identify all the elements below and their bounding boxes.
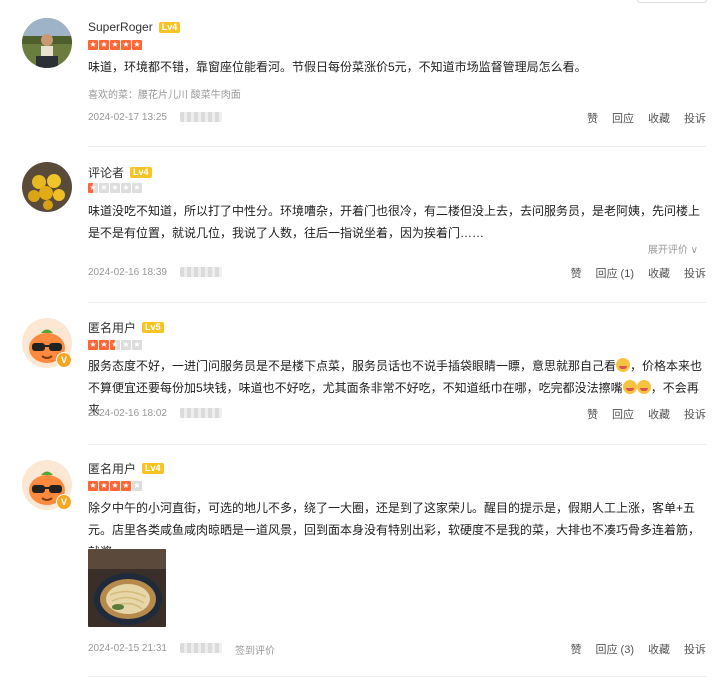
avatar[interactable] (22, 162, 72, 212)
star-icon: ★ (99, 340, 109, 350)
review-date: 2024-02-17 13:25 (88, 112, 167, 123)
star-rating: ★ ★ ★ ★ ★ (88, 183, 142, 193)
checkin-review-tag: 签到评价 (235, 646, 275, 657)
blurred-shop-name (180, 267, 222, 277)
star-icon: ★ (121, 481, 131, 491)
blurred-shop-name (180, 643, 222, 653)
favorite-button[interactable]: 收藏 (648, 641, 670, 657)
star-icon: ★ (110, 183, 120, 193)
top-partial-control (637, 0, 707, 3)
star-rating: ★ ★ ★ ★ ★ (88, 340, 142, 350)
review-actions: 赞 回应 收藏 投诉 (587, 406, 706, 422)
review-text: 味道，环境都不错，靠窗座位能看河。节假日每份菜涨价5元，不知道市场监督管理局怎么… (88, 60, 587, 74)
review-meta: 2024-02-16 18:02 赞 回应 收藏 投诉 (88, 406, 706, 422)
star-icon: ★ (99, 40, 109, 50)
favorite-button[interactable]: 收藏 (648, 406, 670, 422)
avatar[interactable] (22, 18, 72, 68)
star-icon: ★ (132, 340, 142, 350)
divider (88, 302, 706, 303)
report-button[interactable]: 投诉 (684, 641, 706, 657)
star-icon: ★ (110, 340, 120, 350)
reply-button[interactable]: 回应 (612, 406, 634, 422)
star-icon: ★ (121, 40, 131, 50)
like-button[interactable]: 赞 (571, 641, 582, 657)
report-button[interactable]: 投诉 (684, 406, 706, 422)
report-button[interactable]: 投诉 (684, 265, 706, 281)
level-badge: Lv5 (142, 321, 164, 333)
level-badge: Lv4 (130, 166, 152, 178)
review-actions: 赞 回应 (3) 收藏 投诉 (571, 641, 707, 657)
review-text-part: 服务态度不好，一进门问服务员是不是楼下点菜，服务员话也不说手插袋眼睛一瞟，意思就… (88, 359, 617, 373)
reply-button[interactable]: 回应 (1) (596, 265, 635, 281)
username[interactable]: 评论者 (88, 164, 124, 181)
review-meta: 2024-02-16 18:39 赞 回应 (1) 收藏 投诉 (88, 265, 706, 281)
report-button[interactable]: 投诉 (684, 110, 706, 126)
star-icon: ★ (88, 40, 98, 50)
star-icon: ★ (88, 340, 98, 350)
like-button[interactable]: 赞 (587, 406, 598, 422)
review-meta: 2024-02-17 13:25 赞 回应 收藏 投诉 (88, 110, 706, 126)
vip-badge-icon: V (56, 352, 72, 368)
vip-badge-icon: V (56, 494, 72, 510)
like-button[interactable]: 赞 (587, 110, 598, 126)
divider (88, 676, 706, 677)
favorite-button[interactable]: 收藏 (648, 265, 670, 281)
review-meta: 2024-02-15 21:31 签到评价 赞 回应 (3) 收藏 投诉 (88, 641, 706, 657)
emoji-icon (636, 380, 651, 394)
star-icon: ★ (132, 481, 142, 491)
star-icon: ★ (110, 40, 120, 50)
review-actions: 赞 回应 (1) 收藏 投诉 (571, 265, 707, 281)
divider (88, 444, 706, 445)
username[interactable]: SuperRoger (88, 20, 153, 34)
star-rating: ★ ★ ★ ★ ★ (88, 40, 142, 50)
review-photo[interactable] (88, 549, 166, 627)
level-badge: Lv4 (158, 21, 181, 33)
star-icon: ★ (88, 481, 98, 491)
reply-button[interactable]: 回应 (3) (596, 641, 635, 657)
review-date: 2024-02-16 18:39 (88, 267, 167, 278)
review-actions: 赞 回应 收藏 投诉 (587, 110, 706, 126)
divider (88, 146, 706, 147)
blurred-shop-name (180, 408, 222, 418)
star-icon: ★ (110, 481, 120, 491)
emoji-icon (616, 358, 631, 372)
username[interactable]: 匿名用户 (88, 319, 136, 336)
star-icon: ★ (121, 340, 131, 350)
expand-review-link[interactable]: 展开评价 ∨ (648, 241, 698, 256)
review-text: 味道没吃不知道，所以打了中性分。环境嘈杂，开着门也很冷，有二楼但没上去，去问服务… (88, 204, 701, 240)
favorite-button[interactable]: 收藏 (648, 110, 670, 126)
star-icon: ★ (132, 40, 142, 50)
star-icon: ★ (121, 183, 131, 193)
blurred-shop-name (180, 112, 222, 122)
star-icon: ★ (88, 183, 98, 193)
star-rating: ★ ★ ★ ★ ★ (88, 481, 142, 491)
review-text: 除夕中午的小河直街，可选的地儿不多，绕了一大圈，还是到了这家荣儿。醒目的提示是，… (88, 501, 701, 559)
star-icon: ★ (99, 183, 109, 193)
reply-button[interactable]: 回应 (612, 110, 634, 126)
review-date: 2024-02-15 21:31 (88, 643, 167, 654)
username[interactable]: 匿名用户 (88, 460, 136, 477)
favorite-dishes: 喜欢的菜：腰花片儿川 酸菜牛肉面 (88, 90, 241, 101)
star-icon: ★ (132, 183, 142, 193)
level-badge: Lv4 (142, 462, 164, 474)
like-button[interactable]: 赞 (571, 265, 582, 281)
review-date: 2024-02-16 18:02 (88, 408, 167, 419)
star-icon: ★ (99, 481, 109, 491)
emoji-icon (622, 380, 637, 394)
